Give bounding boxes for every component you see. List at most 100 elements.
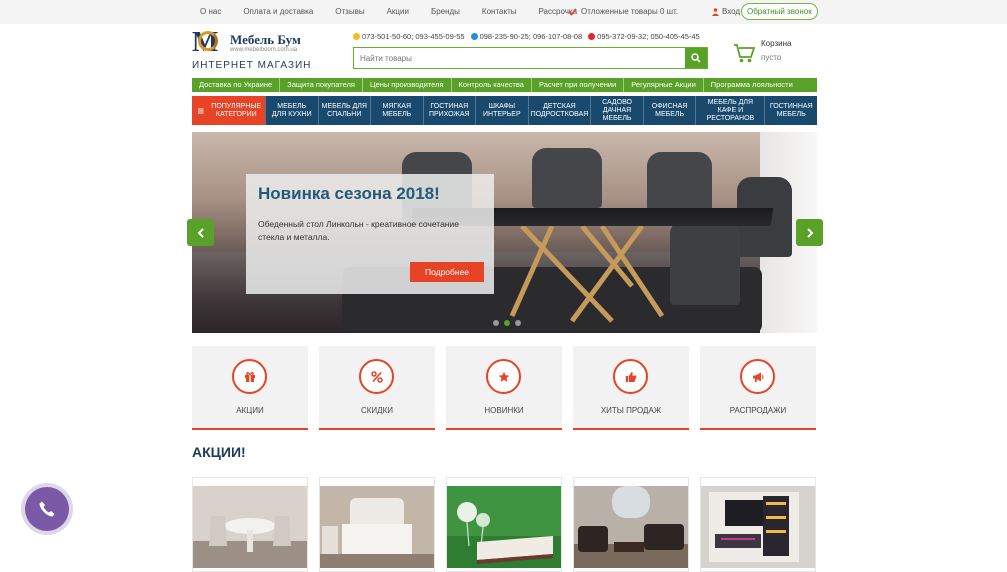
login-link[interactable]: Вход	[712, 7, 740, 16]
product-card[interactable]	[573, 477, 689, 572]
product-card[interactable]	[446, 477, 562, 572]
logo-tagline: ИНТЕРНЕТ МАГАЗИН	[192, 60, 312, 71]
category-cafe[interactable]: МЕБЕЛЬ ДЛЯ КАФЕ И РЕСТОРАНОВ	[695, 96, 764, 125]
category-line: ГОСТИННАЯ	[769, 102, 813, 110]
hero-slider[interactable]: Новинка сезона 2018! Обеденный стол Линк…	[192, 132, 817, 333]
feature-icon-circle	[486, 359, 521, 394]
phone-vodafone[interactable]: 095-372-09-32; 050-405-45-45	[588, 32, 700, 41]
category-line: МЕБЕЛЬ	[655, 110, 685, 118]
cart-title: Корзина	[761, 39, 792, 48]
feature-label: СКИДКИ	[360, 406, 393, 415]
thumbs-up-icon	[625, 371, 636, 382]
category-bedroom[interactable]: МЕБЕЛЬ ДЛЯ СПАЛЬНИ	[317, 96, 371, 125]
chevron-left-icon	[197, 227, 204, 238]
category-line: ИНТЕРЬЕР	[483, 110, 521, 118]
feature-bestsellers[interactable]: ХИТЫ ПРОДАЖ	[573, 346, 689, 430]
slide-title: Новинка сезона 2018!	[258, 184, 440, 203]
logo-brand: Мебель Бум	[230, 32, 301, 47]
feature-new[interactable]: НОВИНКИ	[446, 346, 562, 430]
top-link-about[interactable]: О нас	[200, 7, 221, 16]
popular-categories-label: ПОПУЛЯРНЫЕ КАТЕГОРИИ	[211, 102, 262, 118]
top-link-promos[interactable]: Акции	[387, 7, 409, 16]
phone-lifecell[interactable]: 073-501-50-60; 093-455-09-55	[353, 32, 465, 41]
feature-promos[interactable]: АКЦИИ	[192, 346, 308, 430]
category-line: ОФИСНАЯ	[651, 102, 688, 110]
category-line: ДЕТСКАЯ	[543, 102, 576, 110]
category-soft-furniture[interactable]: МЯГКАЯ МЕБЕЛЬ	[370, 96, 423, 125]
slider-dot[interactable]	[493, 320, 499, 326]
slide-more-button[interactable]: Подробнее	[410, 262, 484, 282]
logo-ring	[198, 31, 218, 51]
slider-prev-button[interactable]	[187, 219, 214, 246]
feature-tiles: АКЦИИ СКИДКИ НОВИНКИ ХИТЫ ПРОДАЖ РАСПРОД…	[192, 346, 817, 430]
slider-next-button[interactable]	[796, 219, 823, 246]
search-icon	[691, 53, 701, 63]
call-fab-button[interactable]	[25, 487, 69, 531]
lifecell-icon	[353, 33, 360, 40]
feature-icon-circle	[359, 359, 394, 394]
feature-label: ХИТЫ ПРОДАЖ	[600, 406, 662, 415]
check-icon	[568, 7, 577, 16]
category-living-hallway[interactable]: ГОСТИНАЯ ПРИХОЖАЯ	[422, 96, 476, 125]
benefit-delivery[interactable]: Доставка по Украине	[192, 78, 281, 92]
category-line: ГОСТИНАЯ	[430, 102, 469, 110]
category-line: СПАЛЬНИ	[327, 110, 362, 118]
category-line: МЕБЕЛЬ	[382, 110, 412, 118]
search-input[interactable]	[354, 48, 684, 68]
benefit-protection[interactable]: Защита покупателя	[280, 78, 363, 92]
category-kids[interactable]: ДЕТСКАЯ ПОДРОСТКОВАЯ	[527, 96, 591, 125]
slider-dot-active[interactable]	[504, 320, 510, 326]
gift-icon	[244, 371, 255, 382]
top-link-brands[interactable]: Бренды	[431, 7, 460, 16]
feature-discounts[interactable]: СКИДКИ	[319, 346, 435, 430]
category-office[interactable]: ОФИСНАЯ МЕБЕЛЬ	[642, 96, 696, 125]
feature-label: НОВИНКИ	[484, 406, 524, 415]
logo-mark: M	[192, 29, 226, 57]
promo-products	[192, 477, 817, 572]
slider-dots	[493, 320, 521, 326]
category-line: МЕБЕЛЬ	[277, 102, 307, 110]
category-line: МЕБЕЛЬ ДЛЯ КАФЕ И	[707, 98, 754, 114]
category-kitchen[interactable]: МЕБЕЛЬ ДЛЯ КУХНИ	[265, 96, 318, 125]
product-image	[193, 486, 307, 568]
product-image	[447, 486, 561, 568]
phone-kyivstar[interactable]: 098-235-90-25; 096-107-08-08	[470, 32, 582, 41]
category-garden[interactable]: САДОВО ДАЧНАЯ МЕБЕЛЬ	[590, 96, 643, 125]
top-link-contacts[interactable]: Контакты	[482, 7, 517, 16]
top-link-reviews[interactable]: Отзывы	[335, 7, 364, 16]
category-bar: ПОПУЛЯРНЫЕ КАТЕГОРИИ МЕБЕЛЬ ДЛЯ КУХНИ МЕБ…	[192, 96, 817, 125]
top-link-payment[interactable]: Оплата и доставка	[243, 7, 313, 16]
benefit-promos[interactable]: Регулярные Акции	[624, 78, 704, 92]
logo-site: www.mebelboom.com.ua	[230, 47, 298, 53]
feature-icon-circle	[232, 359, 267, 394]
cart[interactable]: Корзина пусто	[733, 38, 823, 68]
product-card[interactable]	[319, 477, 435, 572]
category-line: МЕБЕЛЬ ДЛЯ	[321, 102, 367, 110]
category-wardrobes[interactable]: ШКАФЫ ИНТЕРЬЕР	[475, 96, 528, 125]
category-line: МЕБЕЛЬ	[602, 114, 632, 122]
callback-button[interactable]: Обратный звонок	[741, 3, 818, 20]
top-nav: О нас Оплата и доставка Отзывы Акции Бре…	[200, 7, 599, 16]
popular-categories-button[interactable]: ПОПУЛЯРНЫЕ КАТЕГОРИИ	[192, 96, 265, 125]
search-button[interactable]	[685, 48, 707, 68]
product-image	[320, 486, 434, 568]
slider-dot[interactable]	[515, 320, 521, 326]
site-logo[interactable]: M Мебель Бум www.mebelboom.com.ua ИНТЕРН…	[192, 29, 322, 72]
feature-icon-circle	[613, 359, 648, 394]
category-line: ПОДРОСТКОВАЯ	[530, 110, 589, 118]
benefit-prices[interactable]: Цены производителя	[363, 78, 452, 92]
benefits-bar: Доставка по Украине Защита покупателя Це…	[192, 78, 817, 92]
feature-sales[interactable]: РАСПРОДАЖИ	[700, 346, 816, 430]
category-line: ПРИХОЖАЯ	[428, 110, 470, 118]
category-line: ШКАФЫ	[488, 102, 516, 110]
benefit-loyalty[interactable]: Программа лояльности	[704, 78, 800, 92]
benefit-quality[interactable]: Контроль качества	[452, 78, 532, 92]
search-box	[353, 47, 708, 69]
deferred-items[interactable]: Отложенные товары 0 шт.	[568, 7, 678, 16]
category-living-furniture[interactable]: ГОСТИННАЯ МЕБЕЛЬ	[764, 96, 817, 125]
product-card[interactable]	[192, 477, 308, 572]
slide-table-legs	[509, 226, 665, 323]
benefit-payment[interactable]: Расчет при получении	[532, 78, 625, 92]
category-line: ДЛЯ КУХНИ	[271, 110, 312, 118]
product-card[interactable]	[700, 477, 816, 572]
